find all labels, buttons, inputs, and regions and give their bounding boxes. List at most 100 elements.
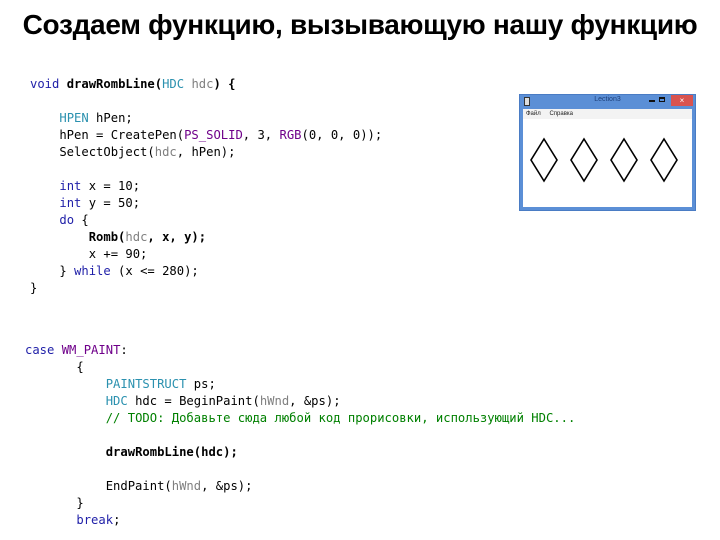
code-token: void [30,77,60,91]
code-token: drawRombLine( [66,77,163,91]
code-token: hWnd [171,479,202,493]
code-line: drawRombLine(hdc); [25,444,575,461]
menu-item-file[interactable]: Файл [526,111,541,117]
code-line: } [25,495,575,512]
close-button[interactable]: × [671,95,693,106]
code-token: , &ps); [201,479,253,493]
code-token: y = 50; [81,196,141,210]
code-token: HDC [105,394,128,408]
code-token: drawRombLine(hdc); [105,445,238,459]
code-token: while [74,264,111,278]
code-line: int y = 50; [30,195,382,212]
code-token: } [30,264,75,278]
code-token: : [120,343,128,357]
window-client-area [523,119,692,207]
code-token: { [74,213,89,227]
code-token: } [25,496,84,510]
code-token: EndPaint( [25,479,172,493]
rhombus-shape [650,137,678,183]
code-line: HDC hdc = BeginPaint(hWnd, &ps); [25,393,575,410]
code-line: PAINTSTRUCT ps; [25,376,575,393]
code-line: // TODO: Добавьте сюда любой код прорисо… [25,410,576,427]
code-line: break; [25,512,575,529]
preview-window: Lection3 × Файл Справка [519,94,696,211]
code-token: (x <= 280); [110,264,199,278]
code-token: hdc [125,230,148,244]
code-token: ; [113,513,121,527]
code-line: SelectObject(hdc, hPen); [30,144,382,161]
rhombus-shape [610,137,638,183]
rhombus-drawing [530,137,678,183]
code-token: ps; [186,377,216,391]
code-token: ) { [213,77,236,91]
menu-item-help[interactable]: Справка [549,111,573,117]
code-token: WM_PAINT [61,343,121,357]
code-line: EndPaint(hWnd, &ps); [25,478,575,495]
code-token: hdc [191,77,214,91]
code-token: break [76,513,114,527]
rhombus-shape [530,137,558,183]
code-token: PS_SOLID [184,128,243,142]
maximize-icon[interactable] [659,97,665,102]
window-titlebar: Lection3 × [520,95,695,109]
code-token: } [30,281,38,295]
code-line: } while (x <= 280); [30,263,382,280]
code-line: do { [30,212,382,229]
code-token: SelectObject( [30,145,155,159]
code-line: } [30,280,382,297]
code-token: hdc [154,145,177,159]
code-token: int [59,179,82,193]
code-line: x += 90; [30,246,382,263]
rhombus-shape [570,137,598,183]
code-token: // TODO: Добавьте сюда любой код прорисо… [105,411,576,425]
code-line: Romb(hdc, x, y); [30,229,382,246]
code-token: , x, y); [147,230,207,244]
code-token: (0, 0, 0)); [301,128,383,142]
code-token: hWnd [259,394,290,408]
window-title: Lection3 [594,96,621,103]
code-token: do [59,213,75,227]
code-token: hPen; [88,111,133,125]
code-token: PAINTSTRUCT [105,377,187,391]
code-block-drawrombline: void drawRombLine(HDC hdc) { HPEN hPen; … [30,76,382,297]
code-token: HPEN [59,111,89,125]
code-token: , 3, [242,128,280,142]
code-token: , hPen); [176,145,236,159]
code-token: { [25,360,84,374]
code-token: HDC [162,77,185,91]
code-token: hPen = CreatePen( [30,128,185,142]
code-line: hPen = CreatePen(PS_SOLID, 3, RGB(0, 0, … [30,127,382,144]
slide-title: Создаем функцию, вызывающую нашу функцию [22,9,698,40]
code-token: hdc = BeginPaint( [127,394,260,408]
code-token: x += 90; [30,247,148,261]
code-token: RGB [279,128,302,142]
code-line: { [25,359,575,376]
code-token: Romb( [88,230,126,244]
code-line: HPEN hPen; [30,110,382,127]
code-block-wm-paint: case WM_PAINT: { PAINTSTRUCT ps; HDC hdc… [25,342,575,529]
minimize-icon[interactable] [649,100,655,102]
code-line: case WM_PAINT: [25,342,575,359]
code-token: int [59,196,82,210]
code-line: int x = 10; [30,178,382,195]
code-token: , &ps); [289,394,341,408]
code-token: x = 10; [81,179,141,193]
code-line: void drawRombLine(HDC hdc) { [30,76,382,93]
window-menubar: Файл Справка [523,109,692,119]
code-token: case [25,343,55,357]
